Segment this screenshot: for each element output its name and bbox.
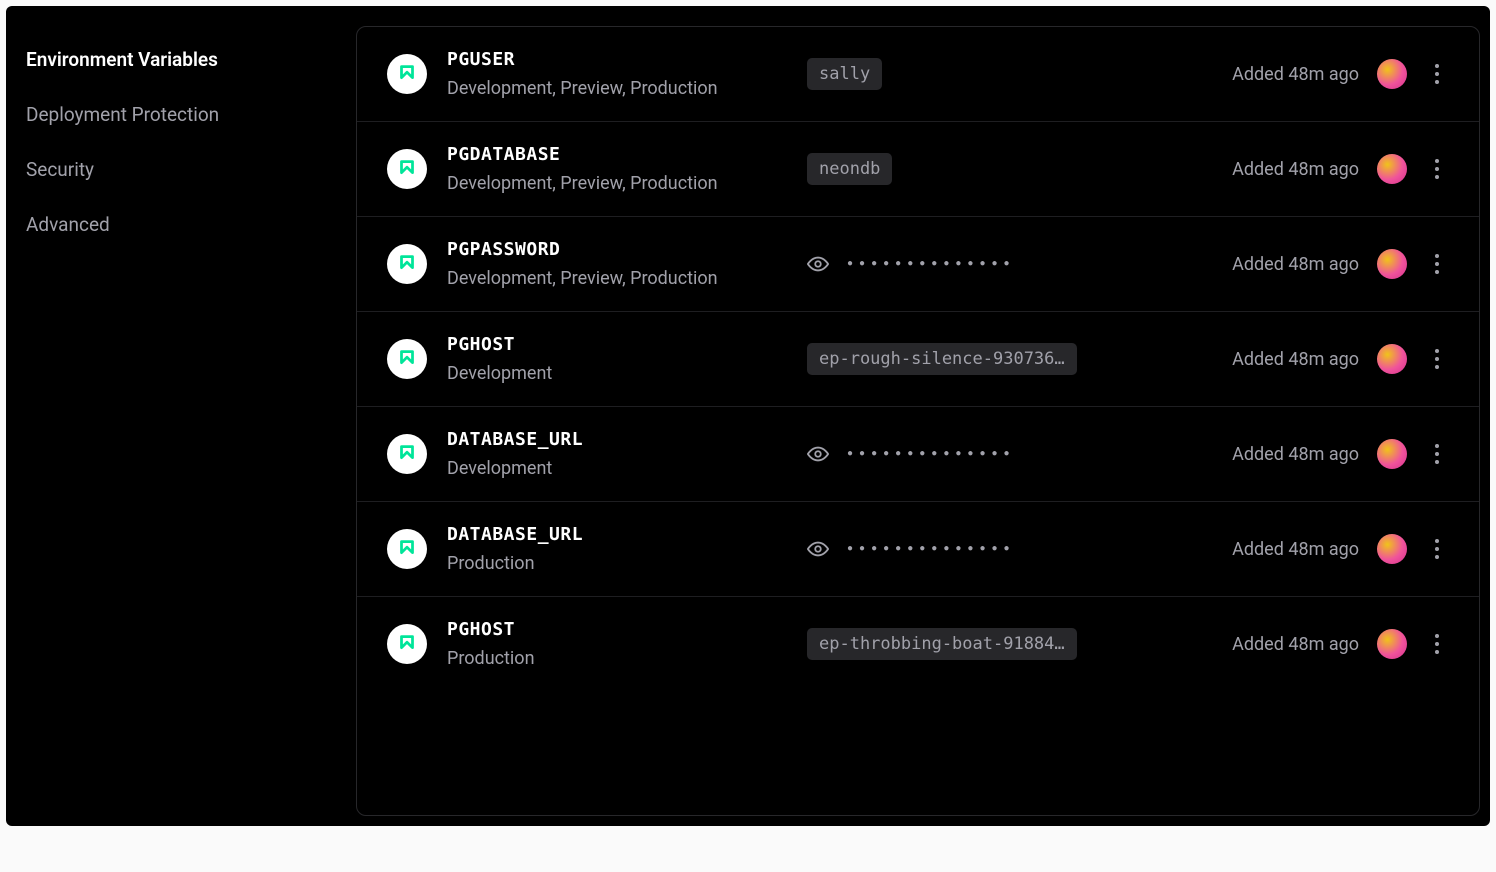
avatar: [1377, 59, 1407, 89]
integration-icon: [387, 54, 427, 94]
env-var-name-col: PGHOST Production: [447, 619, 787, 669]
env-var-name-col: PGHOST Development: [447, 334, 787, 384]
env-var-value-col: ●●●●●●●●●●●●●●: [807, 538, 1212, 560]
integration-icon: [387, 529, 427, 569]
env-var-name: PGDATABASE: [447, 144, 787, 165]
row-menu-button[interactable]: [1425, 248, 1449, 280]
integration-icon: [387, 624, 427, 664]
env-var-meta: Added 48m ago: [1232, 343, 1449, 375]
env-var-scope: Development, Preview, Production: [447, 268, 787, 289]
env-var-value-col: neondb: [807, 153, 1212, 185]
env-var-scope: Production: [447, 553, 787, 574]
env-var-row: DATABASE_URL Development ●●●●●●●●●●●●●● …: [357, 407, 1479, 502]
avatar: [1377, 629, 1407, 659]
env-var-name: PGHOST: [447, 619, 787, 640]
reveal-secret-button[interactable]: [807, 538, 829, 560]
env-var-added: Added 48m ago: [1232, 349, 1359, 370]
sidebar-item-deployment-protection[interactable]: Deployment Protection: [26, 87, 356, 142]
row-menu-button[interactable]: [1425, 628, 1449, 660]
integration-icon: [387, 244, 427, 284]
settings-sidebar: Environment Variables Deployment Protect…: [26, 26, 356, 816]
env-var-meta: Added 48m ago: [1232, 153, 1449, 185]
env-var-row: PGHOST Development ep-rough-silence-9307…: [357, 312, 1479, 407]
avatar: [1377, 534, 1407, 564]
env-var-meta: Added 48m ago: [1232, 248, 1449, 280]
env-var-added: Added 48m ago: [1232, 64, 1359, 85]
env-var-row: DATABASE_URL Production ●●●●●●●●●●●●●● A…: [357, 502, 1479, 597]
env-var-name-col: DATABASE_URL Development: [447, 429, 787, 479]
env-var-name: PGPASSWORD: [447, 239, 787, 260]
integration-icon: [387, 434, 427, 474]
env-var-row: PGHOST Production ep-throbbing-boat-9188…: [357, 597, 1479, 691]
env-var-name: DATABASE_URL: [447, 429, 787, 450]
env-var-value-col: ●●●●●●●●●●●●●●: [807, 253, 1212, 275]
avatar: [1377, 439, 1407, 469]
env-var-meta: Added 48m ago: [1232, 533, 1449, 565]
env-var-row: PGPASSWORD Development, Preview, Product…: [357, 217, 1479, 312]
secret-mask: ●●●●●●●●●●●●●●: [847, 544, 1016, 554]
env-var-name-col: PGDATABASE Development, Preview, Product…: [447, 144, 787, 194]
reveal-secret-button[interactable]: [807, 253, 829, 275]
avatar: [1377, 154, 1407, 184]
env-var-row: PGUSER Development, Preview, Production …: [357, 27, 1479, 122]
reveal-secret-button[interactable]: [807, 443, 829, 465]
sidebar-item-advanced[interactable]: Advanced: [26, 197, 356, 252]
env-var-added: Added 48m ago: [1232, 444, 1359, 465]
env-var-name: DATABASE_URL: [447, 524, 787, 545]
env-var-value: sally: [807, 58, 882, 90]
env-var-value-col: ●●●●●●●●●●●●●●: [807, 443, 1212, 465]
env-var-added: Added 48m ago: [1232, 634, 1359, 655]
env-var-scope: Development, Preview, Production: [447, 78, 787, 99]
env-var-list: PGUSER Development, Preview, Production …: [356, 26, 1480, 816]
row-menu-button[interactable]: [1425, 533, 1449, 565]
env-var-scope: Development: [447, 458, 787, 479]
env-var-name-col: DATABASE_URL Production: [447, 524, 787, 574]
row-menu-button[interactable]: [1425, 343, 1449, 375]
row-menu-button[interactable]: [1425, 153, 1449, 185]
env-var-value-col: sally: [807, 58, 1212, 90]
env-var-name: PGUSER: [447, 49, 787, 70]
env-var-value-col: ep-rough-silence-930736…: [807, 343, 1212, 375]
row-menu-button[interactable]: [1425, 58, 1449, 90]
app-root: Environment Variables Deployment Protect…: [6, 6, 1490, 826]
env-var-meta: Added 48m ago: [1232, 58, 1449, 90]
sidebar-item-security[interactable]: Security: [26, 142, 356, 197]
env-var-meta: Added 48m ago: [1232, 628, 1449, 660]
avatar: [1377, 344, 1407, 374]
env-var-value: neondb: [807, 153, 892, 185]
integration-icon: [387, 149, 427, 189]
secret-mask: ●●●●●●●●●●●●●●: [847, 259, 1016, 269]
env-var-row: PGDATABASE Development, Preview, Product…: [357, 122, 1479, 217]
avatar: [1377, 249, 1407, 279]
env-var-value-col: ep-throbbing-boat-91884…: [807, 628, 1212, 660]
env-var-name-col: PGUSER Development, Preview, Production: [447, 49, 787, 99]
env-var-added: Added 48m ago: [1232, 539, 1359, 560]
env-var-meta: Added 48m ago: [1232, 438, 1449, 470]
env-var-name-col: PGPASSWORD Development, Preview, Product…: [447, 239, 787, 289]
env-var-value: ep-rough-silence-930736…: [807, 343, 1077, 375]
env-var-scope: Production: [447, 648, 787, 669]
env-var-added: Added 48m ago: [1232, 254, 1359, 275]
integration-icon: [387, 339, 427, 379]
env-var-scope: Development: [447, 363, 787, 384]
row-menu-button[interactable]: [1425, 438, 1449, 470]
secret-mask: ●●●●●●●●●●●●●●: [847, 449, 1016, 459]
env-var-scope: Development, Preview, Production: [447, 173, 787, 194]
sidebar-item-env-vars[interactable]: Environment Variables: [26, 32, 356, 87]
env-var-value: ep-throbbing-boat-91884…: [807, 628, 1077, 660]
env-var-added: Added 48m ago: [1232, 159, 1359, 180]
env-var-name: PGHOST: [447, 334, 787, 355]
